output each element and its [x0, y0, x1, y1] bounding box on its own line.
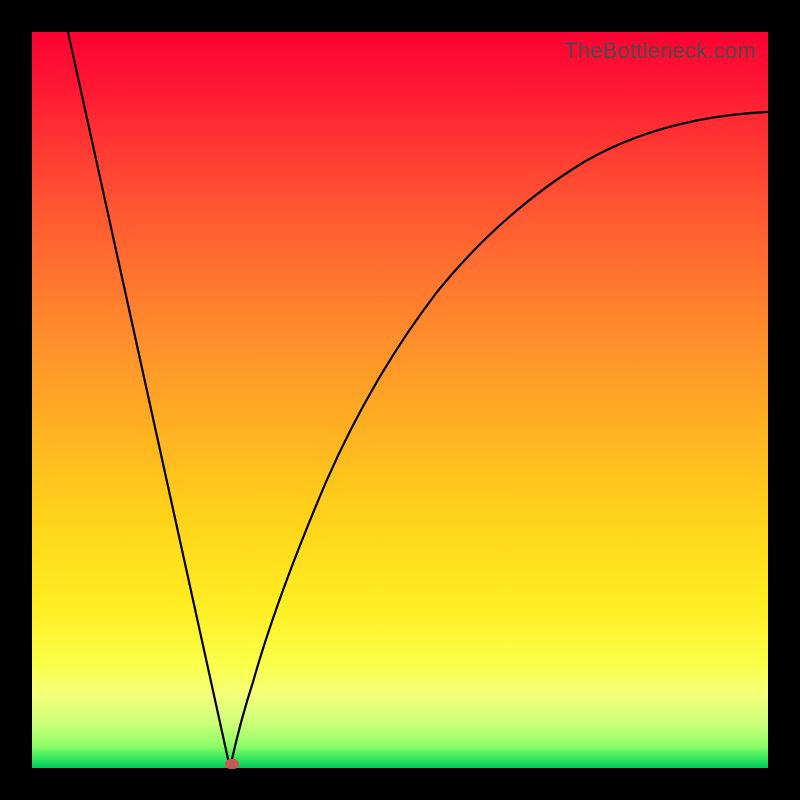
- optimum-marker: [225, 759, 239, 769]
- chart-frame: TheBottleneck.com: [0, 0, 800, 800]
- bottleneck-curve: [32, 32, 768, 768]
- plot-area: TheBottleneck.com: [32, 32, 768, 768]
- curve-left-arm: [68, 32, 230, 768]
- curve-right-arm: [230, 112, 768, 768]
